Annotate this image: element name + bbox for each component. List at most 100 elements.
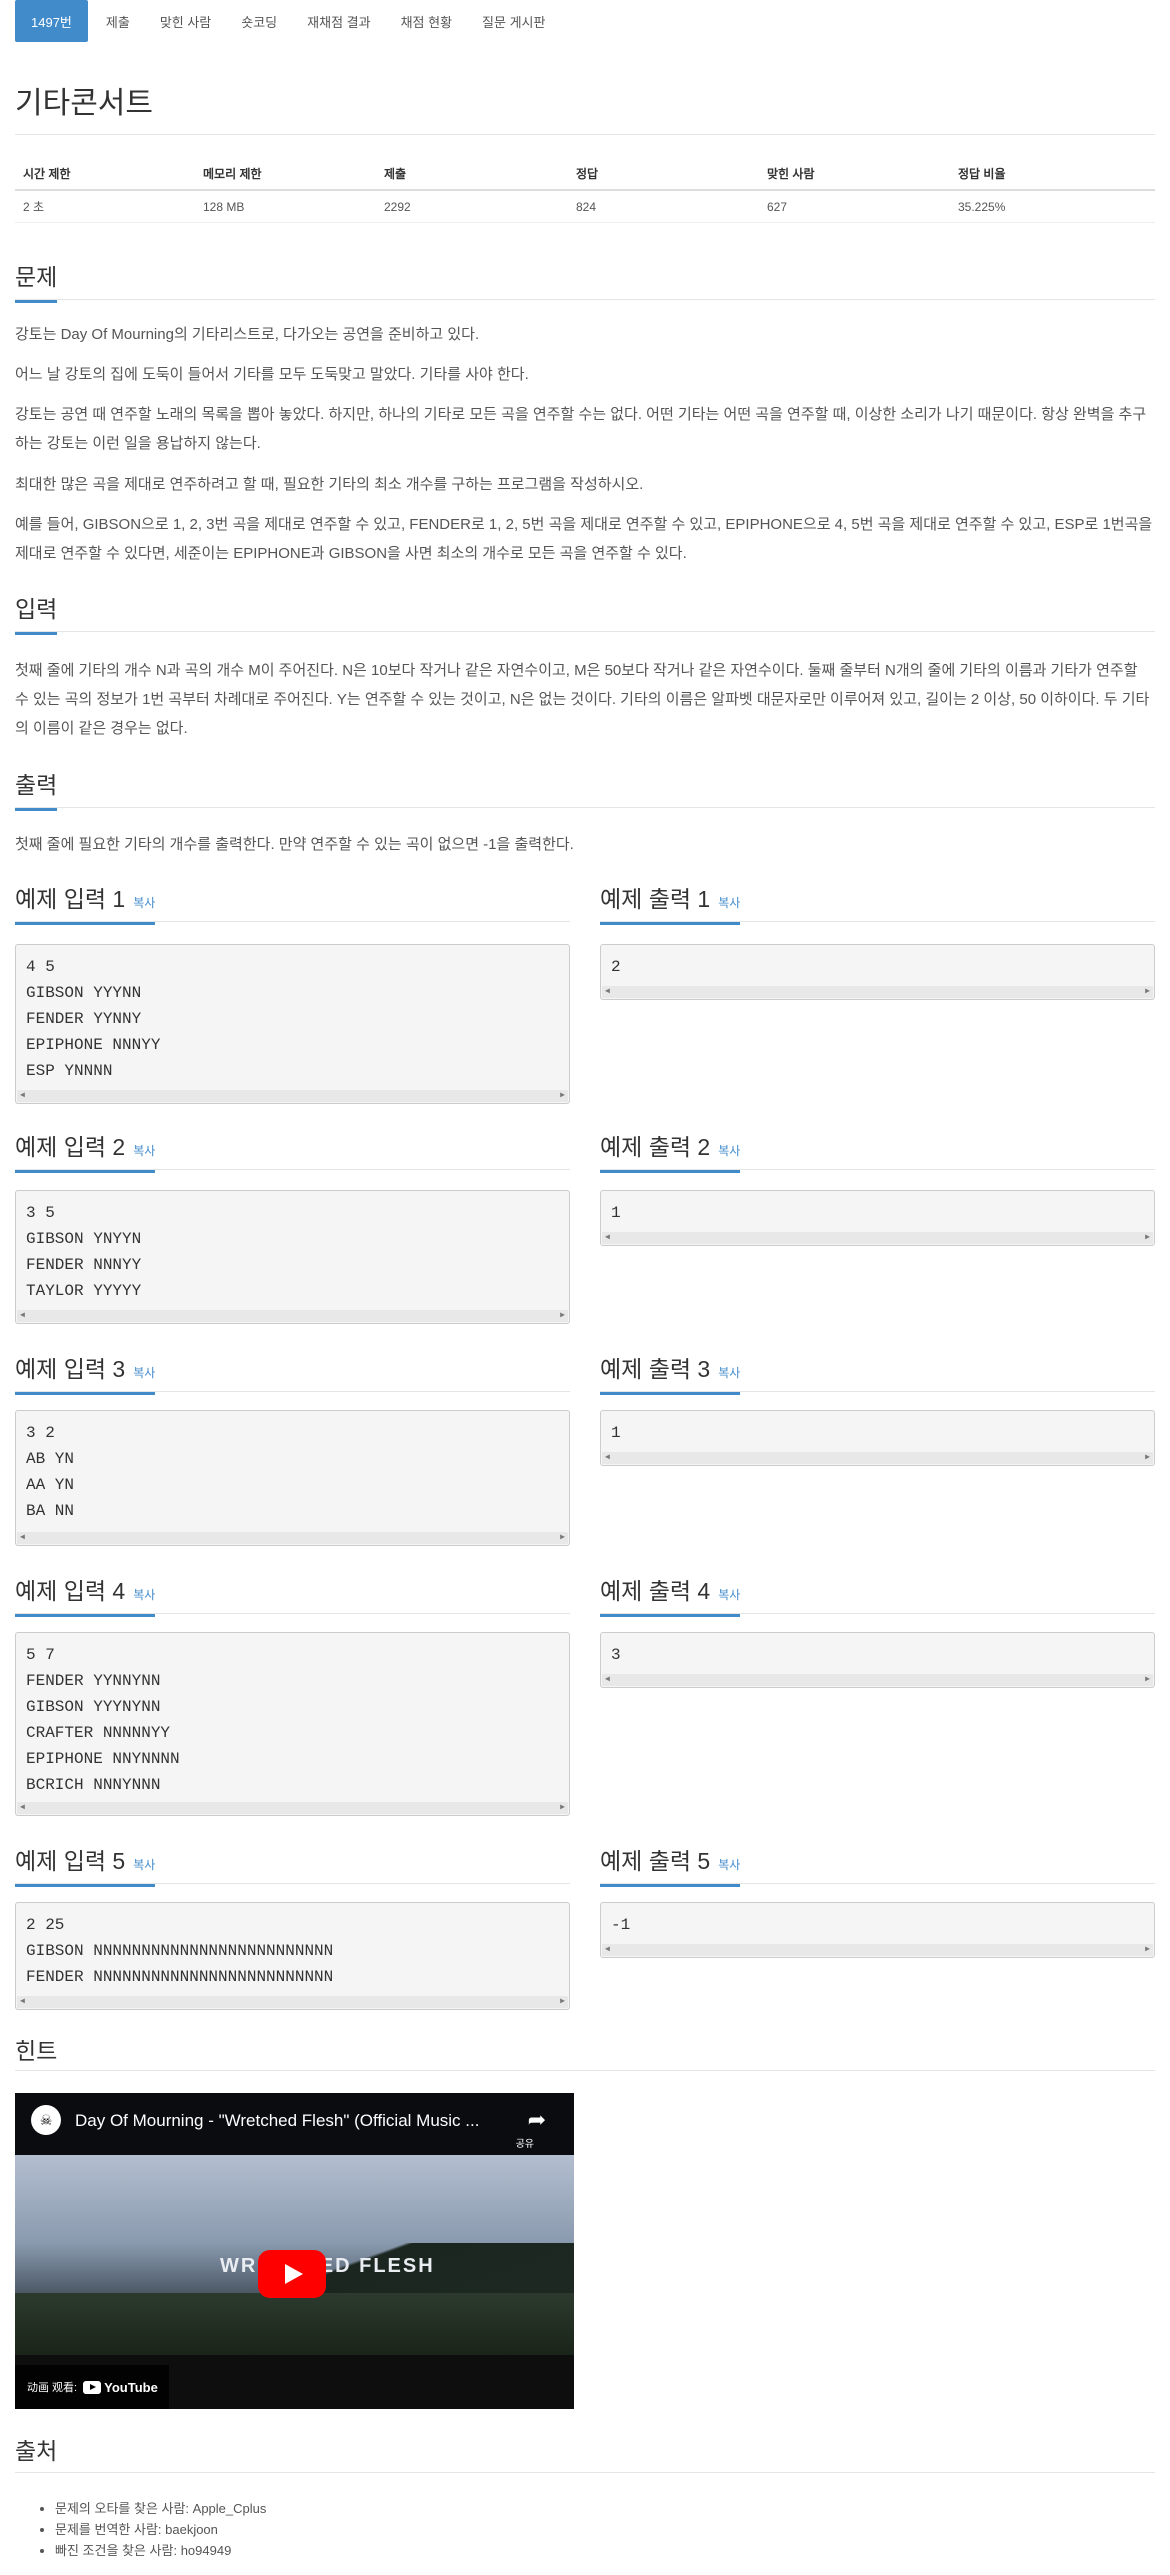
sample-output-2-scrollbar[interactable]: ◀ ▶	[602, 1232, 1153, 1244]
sample-output-4-scrollbar[interactable]: ◀ ▶	[602, 1674, 1153, 1686]
sample-input-1-title: 예제 입력 1	[15, 886, 126, 912]
tab-short-coding[interactable]: 숏코딩	[229, 0, 289, 42]
copy-sample-output-3-button[interactable]: 복사	[718, 1366, 740, 1380]
sample-output-1-heading: 예제 출력 1 복사	[600, 880, 741, 925]
sample-input-1-box[interactable]: 4 5 GIBSON YYYNN FENDER YYNNY EPIPHONE N…	[15, 944, 570, 1104]
copy-sample-input-4-button[interactable]: 복사	[133, 1588, 155, 1602]
sample-output-5-title: 예제 출력 5	[600, 1848, 711, 1874]
channel-avatar-icon[interactable]: ☠	[31, 2105, 61, 2135]
sample-output-5-scrollbar[interactable]: ◀ ▶	[602, 1944, 1153, 1956]
youtube-video-embed[interactable]: ☠ Day Of Mourning - "Wretched Flesh" (Of…	[15, 2093, 574, 2409]
video-overlay-text: WRETCHED FLESH	[220, 2255, 435, 2277]
copy-sample-input-2-button[interactable]: 복사	[133, 1144, 155, 1158]
input-heading-rule	[15, 631, 1155, 632]
sample-output-5-heading: 예제 출력 5 복사	[600, 1842, 741, 1887]
sample-input-1-text: 4 5 GIBSON YYYNN FENDER YYNNY EPIPHONE N…	[26, 958, 161, 1080]
sample-output-4-title: 예제 출력 4	[600, 1578, 711, 1604]
info-header-ratio: 정답 비율	[950, 158, 1155, 191]
sample-output-3-rule	[600, 1391, 1155, 1392]
sample-input-2-scrollbar[interactable]: ◀ ▶	[17, 1310, 568, 1322]
tab-solved-users[interactable]: 맞힌 사람	[148, 0, 223, 42]
sample-input-3-heading: 예제 입력 3 복사	[15, 1350, 156, 1395]
problem-page: 1497번 제출 맞힌 사람 숏코딩 재채점 결과 채점 현황 질문 게시판 기…	[0, 0, 1170, 2575]
info-memory-limit: 128 MB	[195, 190, 376, 223]
source-item-translator: 문제를 번역한 사람: baekjoon	[55, 2519, 266, 2540]
sample-output-1-title: 예제 출력 1	[600, 886, 711, 912]
youtube-logo-text: YouTube	[104, 2379, 158, 2395]
output-section-heading: 출력	[15, 766, 58, 811]
sample-output-1-text: 2	[611, 958, 621, 976]
tab-qna-board[interactable]: 질문 게시판	[470, 0, 557, 42]
sample-input-2-box[interactable]: 3 5 GIBSON YNYYN FENDER NNNYY TAYLOR YYY…	[15, 1190, 570, 1324]
source-heading-text: 출처	[15, 2438, 58, 2464]
share-icon[interactable]: ➦	[528, 2107, 546, 2133]
sample-output-4-heading: 예제 출력 4 복사	[600, 1572, 741, 1617]
tab-rejudge-results[interactable]: 재채점 결과	[295, 0, 382, 42]
copy-sample-input-1-button[interactable]: 복사	[133, 896, 155, 910]
sample-output-2-title: 예제 출력 2	[600, 1134, 711, 1160]
youtube-play-icon	[83, 2380, 102, 2394]
source-item-typo-finder: 문제의 오타를 찾은 사람: Apple_Cplus	[55, 2498, 266, 2519]
sample-input-4-box[interactable]: 5 7 FENDER YYNNYNN GIBSON YYYNYNN CRAFTE…	[15, 1632, 570, 1816]
copy-sample-output-4-button[interactable]: 복사	[718, 1588, 740, 1602]
sample-output-1-box[interactable]: 2 ◀ ▶	[600, 944, 1155, 1000]
sample-input-4-title: 예제 입력 4	[15, 1578, 126, 1604]
sample-output-1-scrollbar[interactable]: ◀ ▶	[602, 986, 1153, 998]
sample-output-4-box[interactable]: 3 ◀ ▶	[600, 1632, 1155, 1688]
sample-output-1-rule	[600, 921, 1155, 922]
info-time-limit: 2 초	[15, 190, 195, 223]
sample-input-3-title: 예제 입력 3	[15, 1356, 126, 1382]
sample-input-3-scrollbar[interactable]: ◀ ▶	[17, 1532, 568, 1544]
sample-output-2-box[interactable]: 1 ◀ ▶	[600, 1190, 1155, 1246]
sample-input-4-rule	[15, 1613, 570, 1614]
copy-sample-output-2-button[interactable]: 복사	[718, 1144, 740, 1158]
problem-paragraph-3: 강토는 공연 때 연주할 노래의 목록을 뽑아 놓았다. 하지만, 하나의 기타…	[15, 406, 1147, 452]
sample-output-4-text: 3	[611, 1646, 621, 1664]
play-button-icon[interactable]	[258, 2250, 326, 2298]
watch-on-label: 动画 观看:	[27, 2382, 78, 2394]
sample-input-2-text: 3 5 GIBSON YNYYN FENDER NNNYY TAYLOR YYY…	[26, 1204, 142, 1300]
copy-sample-input-3-button[interactable]: 복사	[133, 1366, 155, 1380]
title-divider	[15, 134, 1155, 135]
sample-input-1-scrollbar[interactable]: ◀ ▶	[17, 1090, 568, 1102]
sample-output-5-box[interactable]: -1 ◀ ▶	[600, 1902, 1155, 1958]
info-ratio: 35.225%	[950, 190, 1155, 223]
source-item-condition-finder: 빠진 조건을 찾은 사람: ho94949	[55, 2540, 266, 2561]
info-header-solved-users: 맞힌 사람	[759, 158, 950, 191]
info-value-row: 2 초 128 MB 2292 824 627 35.225%	[15, 190, 1155, 223]
problem-heading-text: 문제	[15, 258, 58, 303]
problem-heading-rule	[15, 299, 1155, 300]
share-label: 공유	[515, 2139, 534, 2150]
hint-heading-text: 힌트	[15, 2038, 58, 2064]
copy-sample-output-1-button[interactable]: 복사	[718, 896, 740, 910]
tab-judge-status[interactable]: 채점 현황	[389, 0, 464, 42]
sample-output-3-scrollbar[interactable]: ◀ ▶	[602, 1452, 1153, 1464]
video-title[interactable]: Day Of Mourning - "Wretched Flesh" (Offi…	[75, 2111, 505, 2131]
output-heading-rule	[15, 807, 1155, 808]
sample-input-4-heading: 예제 입력 4 복사	[15, 1572, 156, 1617]
sample-input-5-box[interactable]: 2 25 GIBSON NNNNNNNNNNNNNNNNNNNNNNNNN FE…	[15, 1902, 570, 2010]
sample-input-5-scrollbar[interactable]: ◀ ▶	[17, 1996, 568, 2008]
youtube-logo: YouTube	[83, 2380, 158, 2395]
hint-heading-rule	[15, 2070, 1155, 2071]
tab-submit[interactable]: 제출	[94, 0, 142, 42]
copy-sample-input-5-button[interactable]: 복사	[133, 1858, 155, 1872]
sample-output-3-heading: 예제 출력 3 복사	[600, 1350, 741, 1395]
input-description: 첫째 줄에 기타의 개수 N과 곡의 개수 M이 주어진다. N은 10보다 작…	[15, 662, 1150, 737]
sample-input-5-title: 예제 입력 5	[15, 1848, 126, 1874]
tab-problem-number[interactable]: 1497번	[15, 0, 88, 42]
source-list: 문제의 오타를 찾은 사람: Apple_Cplus 문제를 번역한 사람: b…	[15, 2498, 266, 2561]
sample-input-4-text: 5 7 FENDER YYNNYNN GIBSON YYYNYNN CRAFTE…	[26, 1646, 180, 1794]
sample-output-5-rule	[600, 1883, 1155, 1884]
sample-input-3-box[interactable]: 3 2 AB YN AA YN BA NN ◀ ▶	[15, 1410, 570, 1546]
problem-title: 기타콘서트	[15, 87, 153, 120]
sample-input-4-scrollbar[interactable]: ◀ ▶	[17, 1802, 568, 1814]
sample-input-5-heading: 예제 입력 5 복사	[15, 1842, 156, 1887]
sample-output-3-box[interactable]: 1 ◀ ▶	[600, 1410, 1155, 1466]
copy-sample-output-5-button[interactable]: 복사	[718, 1858, 740, 1872]
watch-on-youtube-link[interactable]: 动画 观看: YouTube	[15, 2365, 169, 2409]
source-heading-rule	[15, 2472, 1155, 2473]
problem-paragraph-1: 강토는 Day Of Mourning의 기타리스트로, 다가오는 공연을 준비…	[15, 326, 480, 343]
sample-output-2-heading: 예제 출력 2 복사	[600, 1128, 741, 1173]
sample-input-1-rule	[15, 921, 570, 922]
